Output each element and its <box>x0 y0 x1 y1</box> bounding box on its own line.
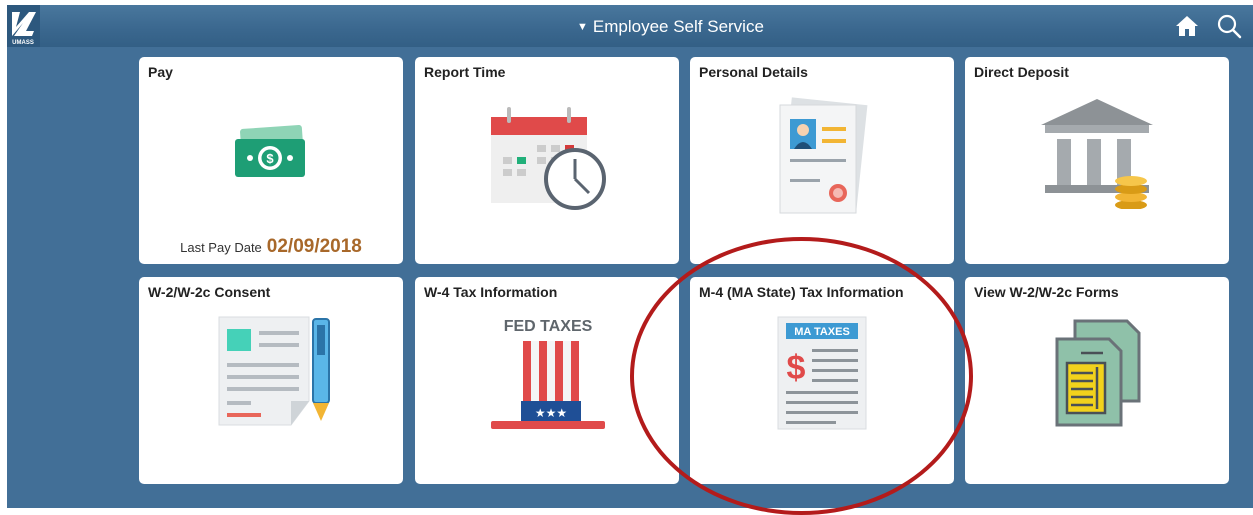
forms-stack-icon <box>1055 319 1141 427</box>
tile-title: Personal Details <box>699 64 808 80</box>
fed-taxes-text: FED TAXES <box>504 318 593 335</box>
tile-title: Direct Deposit <box>974 64 1069 80</box>
ma-taxes-document-icon: MA TAXES $ <box>777 316 867 430</box>
svg-text:$: $ <box>266 151 274 166</box>
home-icon[interactable] <box>1175 15 1199 37</box>
calendar-clock-icon <box>491 107 606 210</box>
page-title-text: Employee Self Service <box>592 17 764 36</box>
logo-text: UMASS <box>12 40 34 46</box>
tile-w2-consent[interactable]: W-2/W-2c Consent <box>139 277 403 484</box>
last-pay-date: Last Pay Date 02/09/2018 <box>139 236 403 258</box>
document-pen-icon <box>218 316 330 426</box>
fed-taxes-hat-icon: FED TAXES ★★★ <box>491 318 605 429</box>
tile-area: Pay $ Last Pay Date 02/09/2018 Report Tim… <box>7 47 1253 508</box>
money-icon: $ <box>235 125 305 177</box>
ma-taxes-text: MA TAXES <box>794 326 850 338</box>
tile-pay[interactable]: Pay $ Last Pay Date 02/09/2018 <box>139 57 403 264</box>
app-window: UMASS ▼ Employee Self Service Pay $ Last… <box>0 0 1253 515</box>
last-pay-date-value: 02/09/2018 <box>266 236 362 257</box>
svg-text:★★★: ★★★ <box>535 406 567 420</box>
tile-title: View W-2/W-2c Forms <box>974 284 1119 300</box>
last-pay-date-label: Last Pay Date <box>180 240 262 255</box>
search-icon[interactable] <box>1216 13 1242 39</box>
bank-coins-icon <box>1041 99 1153 209</box>
tile-view-w2-forms[interactable]: View W-2/W-2c Forms <box>965 277 1229 484</box>
tile-title: Report Time <box>424 64 506 80</box>
id-card-document-icon <box>779 97 868 214</box>
tile-personal-details[interactable]: Personal Details <box>690 57 954 264</box>
umass-logo: UMASS <box>7 5 40 47</box>
tile-report-time[interactable]: Report Time <box>415 57 679 264</box>
caret-down-icon: ▼ <box>577 21 588 33</box>
tile-title: W-4 Tax Information <box>424 284 558 300</box>
svg-text:$: $ <box>787 349 806 387</box>
tile-title: M-4 (MA State) Tax Information <box>699 284 904 300</box>
tile-direct-deposit[interactable]: Direct Deposit <box>965 57 1229 264</box>
tile-title: W-2/W-2c Consent <box>148 284 271 300</box>
tile-w4-tax-information[interactable]: W-4 Tax Information FED TAXES ★★★ <box>415 277 679 484</box>
tile-title: Pay <box>148 64 173 80</box>
page-title[interactable]: ▼ Employee Self Service <box>577 17 764 37</box>
tile-m4-ma-state-tax-information[interactable]: M-4 (MA State) Tax Information MA TAXES … <box>690 277 954 484</box>
header-bar: UMASS ▼ Employee Self Service <box>7 5 1253 47</box>
